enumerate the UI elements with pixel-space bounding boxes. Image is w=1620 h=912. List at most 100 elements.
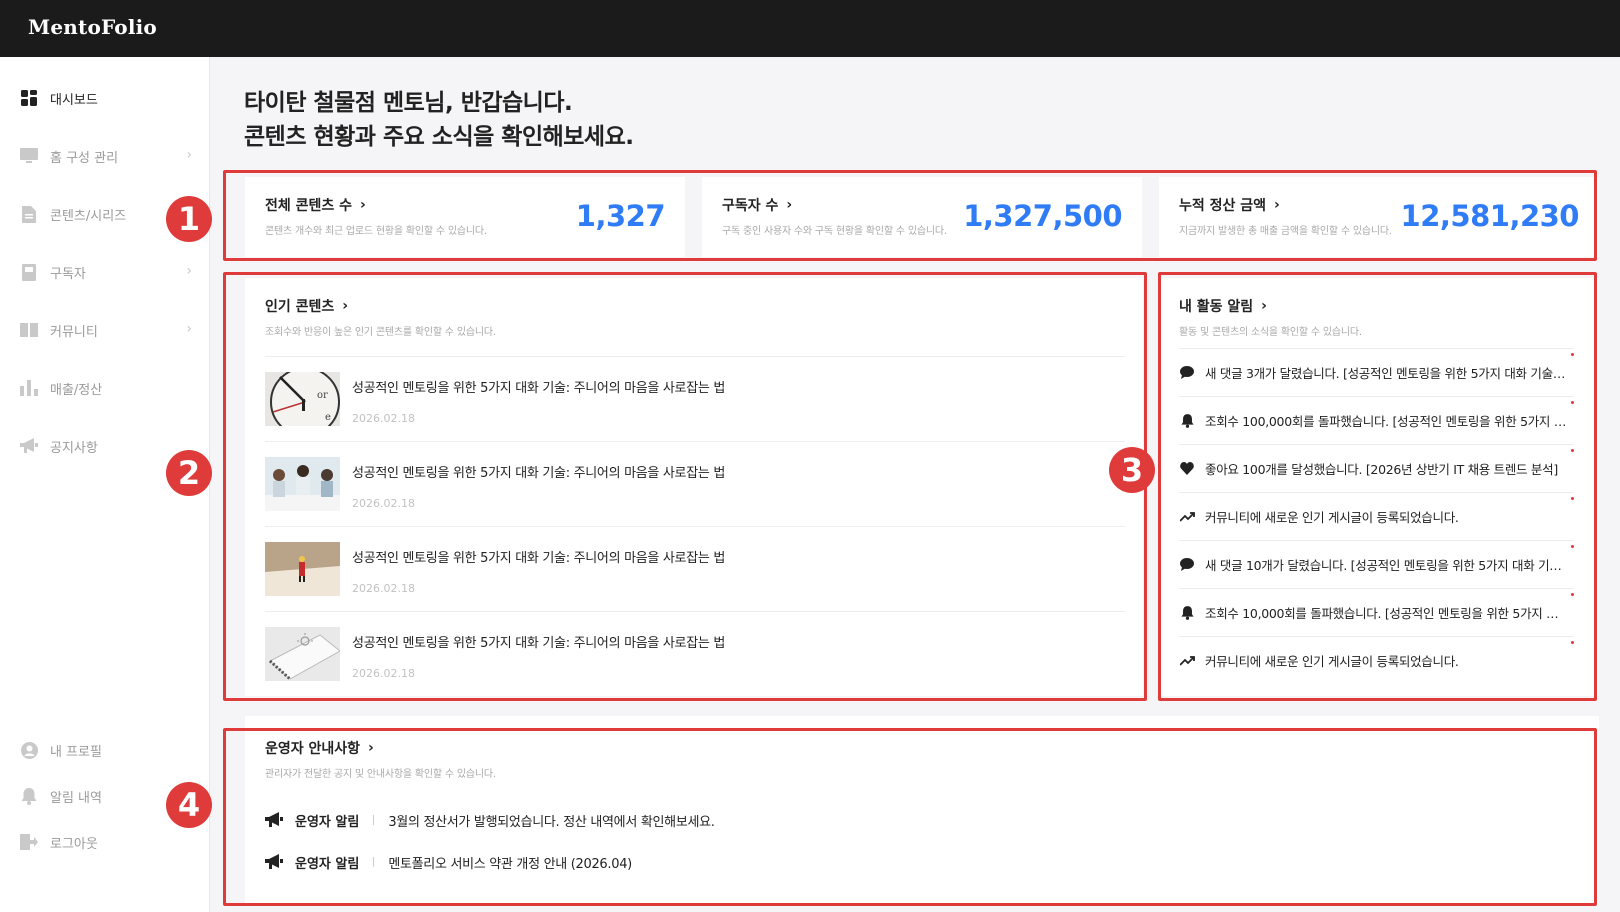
operator-notices-card: 운영자 안내사항 › 관리자가 전달한 공지 및 안내사항을 확인할 수 있습니다… (245, 716, 1599, 906)
annotation-badge-4: 4 (166, 782, 212, 828)
chevron-right-icon: › (786, 197, 793, 213)
brand-logo[interactable]: MentoFolio (28, 15, 157, 39)
svg-text:or: or (317, 390, 328, 401)
activity-item[interactable]: 조회수 10,000회를 돌파했습니다. [성공적인 멘토링을 위한 5가지 대… (1179, 588, 1574, 636)
chevron-right-icon: › (186, 263, 192, 279)
subscriber-icon (20, 263, 38, 281)
notice-tag: 운영자 알림 (295, 814, 360, 830)
activity-item-text: 좋아요 100개를 달성했습니다. [2026년 상반기 IT 채용 트렌드 분… (1205, 462, 1558, 477)
annotation-badge-1: 1 (166, 196, 212, 242)
notice-item[interactable]: 운영자 알림 3월의 정산서가 발행되었습니다. 정산 내역에서 확인해보세요. (265, 808, 715, 832)
thumbnail-notebook (265, 627, 340, 681)
divider (373, 857, 375, 867)
sidebar-item-label: 내 프로필 (50, 744, 102, 760)
bell-icon (1179, 605, 1195, 621)
sidebar-item-logout[interactable]: 로그아웃 (20, 828, 192, 856)
notice-tag: 운영자 알림 (295, 856, 360, 872)
sidebar-item-label: 홈 구성 관리 (50, 150, 119, 166)
stat-value: 1,327,500 (963, 199, 1122, 233)
activity-item[interactable]: 커뮤니티에 새로운 인기 게시글이 등록되었습니다. (1179, 636, 1574, 684)
sidebar-item-notices[interactable]: 공지사항 (20, 432, 192, 460)
sidebar-item-label: 구독자 (50, 266, 86, 282)
sidebar-item-label: 대시보드 (50, 92, 98, 108)
unread-dot (1571, 641, 1574, 644)
sidebar-item-label: 콘텐츠/시리즈 (50, 208, 127, 224)
sidebar-item-label: 공지사항 (50, 440, 98, 456)
section-desc: 조회수와 반응이 높은 인기 콘텐츠를 확인할 수 있습니다. (265, 327, 496, 338)
sidebar-item-label: 커뮤니티 (50, 324, 98, 340)
user-icon (20, 741, 38, 759)
section-title[interactable]: 내 활동 알림 › (1179, 296, 1362, 316)
megaphone-icon (20, 437, 38, 455)
dashboard-icon (20, 89, 38, 107)
stat-card-settlement[interactable]: 누적 정산 금액 › 지금까지 발생한 총 매출 금액을 확인할 수 있습니다. … (1159, 177, 1599, 257)
popular-item[interactable]: or e 성공적인 멘토링을 위한 5가지 대화 기술: 주니어의 마음을 사로잡… (265, 356, 1125, 441)
popular-item-title: 성공적인 멘토링을 위한 5가지 대화 기술: 주니어의 마음을 사로잡는 법 (352, 466, 726, 481)
document-icon (20, 205, 38, 223)
trend-icon (1179, 509, 1195, 525)
trend-icon (1179, 653, 1195, 669)
stat-card-subscribers[interactable]: 구독자 수 › 구독 중인 사용자 수와 구독 현황을 확인할 수 있습니다. 1… (702, 177, 1142, 257)
sidebar-item-revenue[interactable]: 매출/정산 (20, 374, 192, 402)
chevron-right-icon: › (186, 147, 192, 163)
top-bar: MentoFolio (0, 0, 1620, 57)
activity-item-text: 새 댓글 3개가 달렸습니다. [성공적인 멘토링을 위한 5가지 대화 기술:… (1205, 366, 1567, 381)
megaphone-icon (265, 811, 285, 829)
popular-item[interactable]: 성공적인 멘토링을 위한 5가지 대화 기술: 주니어의 마음을 사로잡는 법 … (265, 526, 1125, 611)
section-title[interactable]: 운영자 안내사항 › (265, 738, 496, 758)
stat-card-contents[interactable]: 전체 콘텐츠 수 › 콘텐츠 개수와 최근 업로드 현황을 확인할 수 있습니다.… (245, 177, 685, 257)
notice-text: 멘토폴리오 서비스 약관 개정 안내 (2026.04) (388, 856, 632, 872)
popular-item-date: 2026.02.18 (352, 412, 415, 425)
popular-item[interactable]: 성공적인 멘토링을 위한 5가지 대화 기술: 주니어의 마음을 사로잡는 법 … (265, 441, 1125, 526)
sidebar-item-label: 매출/정산 (50, 382, 103, 398)
activity-item[interactable]: 새 댓글 3개가 달렸습니다. [성공적인 멘토링을 위한 5가지 대화 기술:… (1179, 348, 1574, 396)
annotation-badge-2: 2 (166, 450, 212, 496)
activity-notifications-card: 내 활동 알림 › 활동 및 콘텐츠의 소식을 확인할 수 있습니다. 새 댓글 … (1159, 278, 1599, 696)
popular-item[interactable]: 성공적인 멘토링을 위한 5가지 대화 기술: 주니어의 마음을 사로잡는 법 … (265, 611, 1125, 696)
svg-text:e: e (325, 412, 331, 423)
section-title[interactable]: 인기 콘텐츠 › (265, 296, 496, 316)
page-title: 타이탄 철물점 멘토님, 반갑습니다. 콘텐츠 현황과 주요 소식을 확인해보세… (244, 86, 634, 154)
sidebar-item-subscribers[interactable]: 구독자 › (20, 258, 192, 286)
annotation-badge-3: 3 (1109, 447, 1155, 493)
notice-text: 3월의 정산서가 발행되었습니다. 정산 내역에서 확인해보세요. (388, 814, 715, 830)
logout-icon (20, 833, 38, 851)
activity-item-text: 조회수 10,000회를 돌파했습니다. [성공적인 멘토링을 위한 5가지 대… (1205, 606, 1567, 621)
section-desc: 관리자가 전달한 공지 및 안내사항을 확인할 수 있습니다. (265, 769, 496, 780)
thumbnail-clock: or e (265, 372, 340, 426)
stat-value: 1,327 (575, 199, 666, 233)
chevron-right-icon: › (342, 298, 349, 314)
activity-item-text: 새 댓글 10개가 달렸습니다. [성공적인 멘토링을 위한 5가지 대화 기술… (1205, 558, 1567, 573)
sidebar-item-dashboard[interactable]: 대시보드 (20, 84, 192, 112)
sidebar-item-label: 알림 내역 (50, 790, 102, 806)
chevron-right-icon: › (368, 740, 374, 756)
thumbnail-figure (265, 542, 340, 596)
bell-icon (1179, 413, 1195, 429)
section-desc: 활동 및 콘텐츠의 소식을 확인할 수 있습니다. (1179, 327, 1362, 338)
book-icon (20, 321, 38, 339)
chevron-right-icon: › (360, 197, 366, 213)
activity-item[interactable]: 커뮤니티에 새로운 인기 게시글이 등록되었습니다. (1179, 492, 1574, 540)
activity-item[interactable]: 조회수 100,000회를 돌파했습니다. [성공적인 멘토링을 위한 5가지 … (1179, 396, 1574, 444)
divider (373, 815, 375, 825)
unread-dot (1571, 545, 1574, 548)
monitor-icon (20, 147, 38, 165)
activity-item[interactable]: 좋아요 100개를 달성했습니다. [2026년 상반기 IT 채용 트렌드 분… (1179, 444, 1574, 492)
sidebar-item-profile[interactable]: 내 프로필 (20, 736, 192, 764)
sidebar-item-home-settings[interactable]: 홈 구성 관리 › (20, 142, 192, 170)
greeting-line-2: 콘텐츠 현황과 주요 소식을 확인해보세요. (244, 124, 634, 150)
chevron-right-icon: › (1274, 197, 1280, 213)
activity-item[interactable]: 새 댓글 10개가 달렸습니다. [성공적인 멘토링을 위한 5가지 대화 기술… (1179, 540, 1574, 588)
activity-item-text: 조회수 100,000회를 돌파했습니다. [성공적인 멘토링을 위한 5가지 … (1205, 414, 1567, 429)
stat-value: 12,581,230 (1400, 199, 1580, 233)
sidebar-item-community[interactable]: 커뮤니티 › (20, 316, 192, 344)
notice-item[interactable]: 운영자 알림 멘토폴리오 서비스 약관 개정 안내 (2026.04) (265, 850, 632, 874)
unread-dot (1571, 497, 1574, 500)
chevron-right-icon: › (186, 321, 192, 337)
unread-dot (1571, 401, 1574, 404)
popular-item-title: 성공적인 멘토링을 위한 5가지 대화 기술: 주니어의 마음을 사로잡는 법 (352, 551, 726, 566)
comment-icon (1179, 365, 1195, 381)
popular-item-title: 성공적인 멘토링을 위한 5가지 대화 기술: 주니어의 마음을 사로잡는 법 (352, 636, 726, 651)
comment-icon (1179, 557, 1195, 573)
activity-item-text: 커뮤니티에 새로운 인기 게시글이 등록되었습니다. (1205, 654, 1459, 669)
